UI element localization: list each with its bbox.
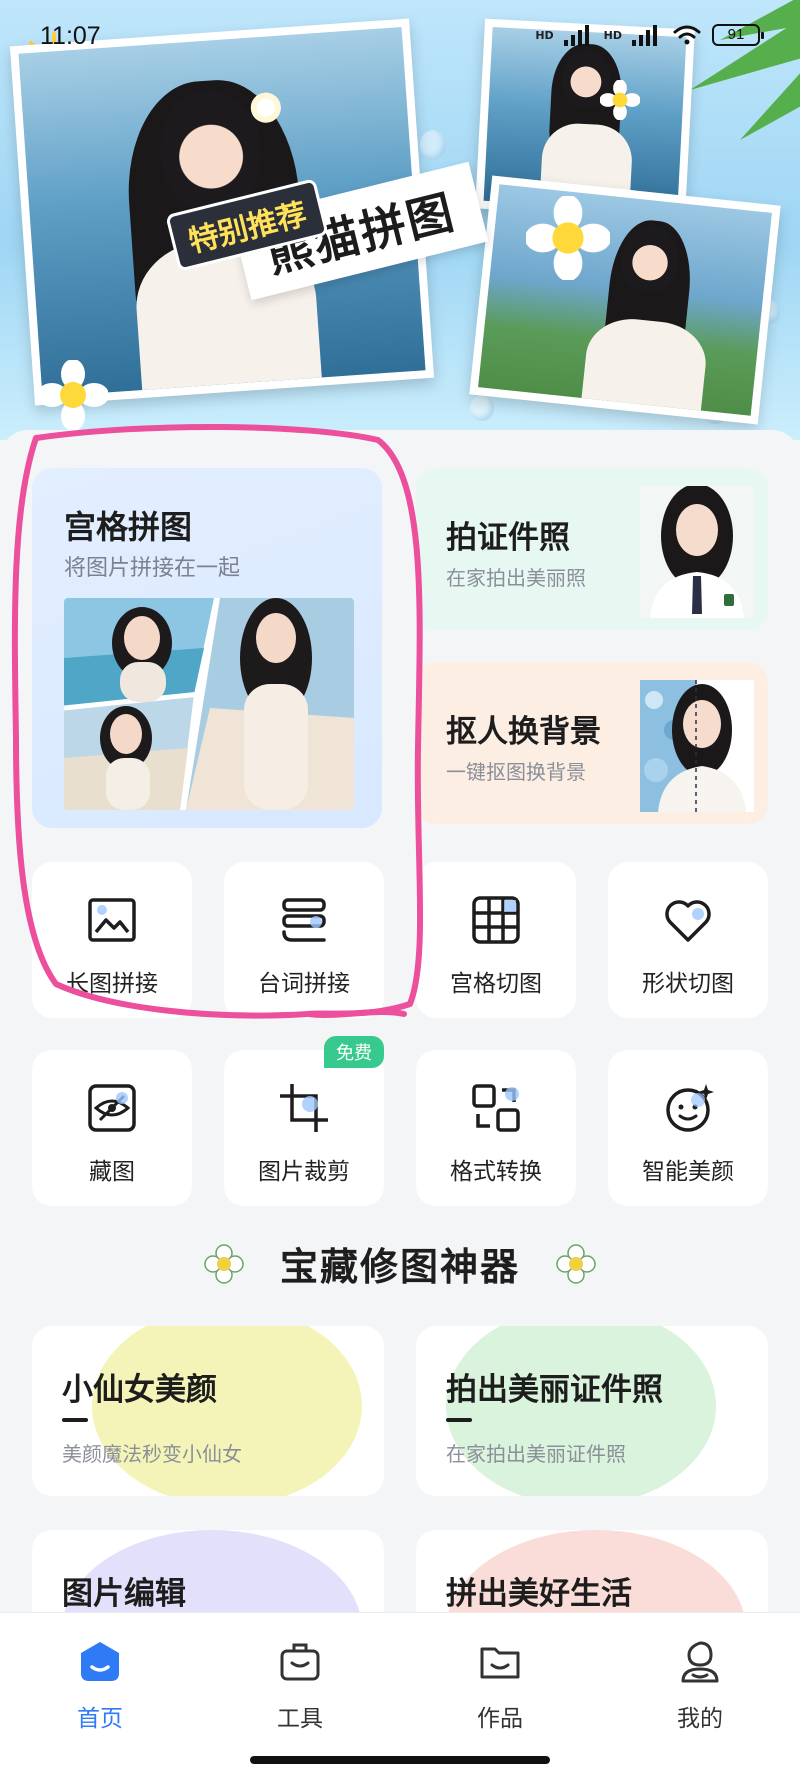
- flower-decoration: [526, 196, 610, 280]
- feature-card-id-photo[interactable]: 拍出美丽证件照 在家拍出美丽证件照: [416, 1326, 768, 1496]
- collage-preview-image: [64, 598, 354, 810]
- card-subtitle: 在家拍出美丽照: [446, 566, 586, 590]
- crop-icon: [280, 1084, 328, 1132]
- tool-subtitle-stitch[interactable]: 台词拼接: [224, 862, 384, 1018]
- feature-subtitle: 在家拍出美丽证件照: [446, 1442, 626, 1466]
- grid-collage-card[interactable]: 宫格拼图 将图片拼接在一起: [32, 468, 382, 828]
- status-time: 11:07: [40, 22, 101, 50]
- feature-title: 图片编辑: [62, 1576, 186, 1612]
- card-title: 抠人换背景: [446, 714, 601, 750]
- status-bar: 11:07 HD HD 91: [0, 22, 800, 52]
- signal-icon: [632, 25, 657, 46]
- network-type: HD: [603, 28, 622, 42]
- tool-shape-cut[interactable]: 形状切图: [608, 862, 768, 1018]
- feature-card-fairy-beauty[interactable]: 小仙女美颜 美颜魔法秒变小仙女: [32, 1326, 384, 1496]
- bottom-tab-bar: 首页 工具 作品 我的: [0, 1612, 800, 1778]
- grid-cut-icon: [472, 896, 520, 944]
- hidden-eye-icon: [88, 1084, 136, 1132]
- tool-label: 宫格切图: [450, 971, 542, 997]
- format-convert-icon: [472, 1084, 520, 1132]
- tab-label: 我的: [677, 1706, 723, 1732]
- smart-beauty-icon: [666, 1084, 714, 1132]
- tool-grid-cut[interactable]: 宫格切图: [416, 862, 576, 1018]
- tab-works[interactable]: 作品: [440, 1639, 560, 1733]
- feature-title: 拼出美好生活: [446, 1576, 632, 1612]
- card-subtitle: 将图片拼接在一起: [64, 556, 241, 581]
- long-image-icon: [88, 898, 136, 942]
- tab-tools[interactable]: 工具: [240, 1639, 360, 1733]
- cutout-preview-image: [640, 680, 754, 812]
- tool-smart-beauty[interactable]: 智能美颜: [608, 1050, 768, 1206]
- feature-subtitle: 美颜魔法秒变小仙女: [62, 1442, 242, 1466]
- toolbox-icon: [280, 1643, 320, 1681]
- tool-label: 藏图: [89, 1159, 135, 1185]
- home-icon: [81, 1642, 119, 1681]
- section-title: 宝藏修图神器: [279, 1245, 520, 1289]
- flower-icon: [556, 1244, 596, 1284]
- tool-label: 形状切图: [642, 971, 734, 997]
- home-indicator[interactable]: [250, 1756, 550, 1764]
- signal-icon: [563, 25, 589, 46]
- tab-label: 工具: [277, 1706, 323, 1732]
- feature-title: 拍出美丽证件照: [446, 1372, 663, 1408]
- tool-long-image-stitch[interactable]: 长图拼接: [32, 862, 192, 1018]
- id-photo-preview-image: [640, 486, 754, 618]
- folder-icon: [480, 1647, 520, 1679]
- profile-icon: [681, 1641, 719, 1683]
- tab-label: 作品: [477, 1706, 523, 1732]
- water-drop: [470, 395, 494, 421]
- card-title: 拍证件照: [446, 520, 570, 556]
- tool-image-crop[interactable]: 免费 图片裁剪: [224, 1036, 384, 1206]
- feature-title: 小仙女美颜: [62, 1372, 217, 1408]
- feature-divider: [446, 1418, 472, 1422]
- tool-format-convert[interactable]: 格式转换: [416, 1050, 576, 1206]
- id-photo-card[interactable]: 拍证件照 在家拍出美丽照: [416, 468, 768, 630]
- card-subtitle: 一键抠图换背景: [446, 760, 586, 784]
- free-badge: 免费: [324, 1036, 384, 1068]
- water-drop: [420, 130, 446, 160]
- wifi-icon: [673, 25, 701, 45]
- tab-home[interactable]: 首页: [40, 1639, 160, 1733]
- tool-hidden-image[interactable]: 藏图: [32, 1050, 192, 1206]
- battery-indicator: 91: [712, 24, 764, 46]
- card-title: 宫格拼图: [64, 508, 193, 546]
- tool-label: 长图拼接: [66, 971, 158, 997]
- feature-divider: [62, 1418, 88, 1422]
- tab-label: 首页: [77, 1706, 123, 1732]
- tool-label: 智能美颜: [642, 1159, 734, 1185]
- heart-shape-icon: [665, 900, 711, 942]
- promo-banner[interactable]: 熊猫拼图 特别推荐 11:07 HD HD 91: [0, 0, 800, 440]
- flower-decoration: [38, 360, 108, 430]
- banner-photo-bottom-right: [469, 175, 781, 425]
- flower-decoration: [600, 80, 640, 120]
- tool-label: 台词拼接: [258, 971, 350, 997]
- tool-label: 格式转换: [450, 1159, 542, 1185]
- cutout-background-card[interactable]: 抠人换背景 一键抠图换背景: [416, 662, 768, 824]
- tab-profile[interactable]: 我的: [640, 1639, 760, 1733]
- network-type: HD: [535, 28, 554, 42]
- subtitle-stack-icon: [282, 898, 326, 942]
- tool-label: 图片裁剪: [258, 1159, 350, 1185]
